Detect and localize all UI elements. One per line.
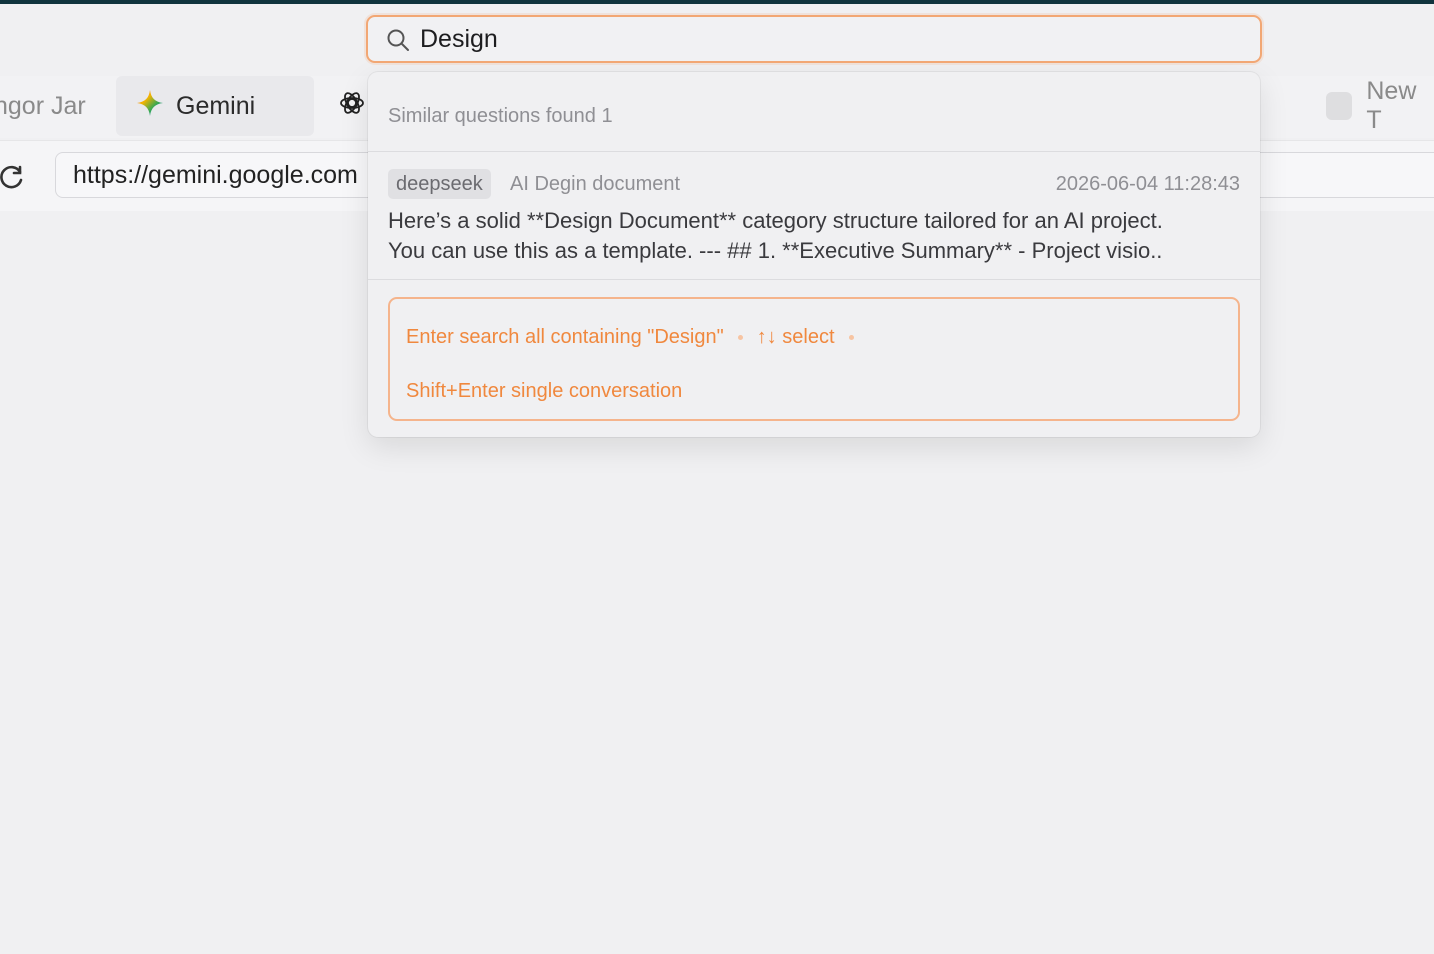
tab-label: Gemini [176,91,256,120]
tab-label: New T [1366,77,1417,134]
window-top-strip [0,0,1434,4]
search-box[interactable] [366,15,1262,63]
result-meta: deepseek AI Degin document 2026-06-04 11… [388,169,1240,199]
divider [368,279,1260,280]
openai-logo-icon [338,89,366,124]
tab-new[interactable]: New T [1326,76,1434,136]
separator-dot [848,335,854,340]
shift-enter-hint: Shift+Enter single conversation [406,380,683,402]
snippet-line: Here’s a solid **Design Document** categ… [388,208,1163,233]
hint-line: Shift+Enter single conversation [406,380,682,403]
result-snippet: Here’s a solid **Design Document** categ… [388,206,1248,266]
search-result-item[interactable]: deepseek AI Degin document 2026-06-04 11… [368,152,1260,280]
select-hint: ↑↓ select [756,326,835,348]
tab-label: ngor Jar [0,91,86,120]
separator-dot [737,335,743,340]
search-icon [386,28,410,52]
search-results-dropdown: Similar questions found 1 deepseek AI De… [368,72,1260,437]
result-timestamp: 2026-06-04 11:28:43 [1055,173,1240,195]
result-title: AI Degin document [510,173,681,195]
hint-line: Enter search all containing "Design" ↑↓ … [406,326,868,349]
reload-icon[interactable] [0,163,26,193]
snippet-line: You can use this as a template. --- ## 1… [388,238,1163,263]
tab-prev[interactable]: ngor Jar [0,76,86,136]
source-tag: deepseek [388,169,491,199]
search-input[interactable] [420,17,1240,61]
tab-openai[interactable] [336,76,368,136]
tab-gemini[interactable]: Gemini [116,76,314,136]
gemini-star-icon [136,89,164,124]
keyboard-hints: Enter search all containing "Design" ↑↓ … [388,297,1240,421]
new-tab-icon [1326,92,1353,120]
enter-hint: Enter search all containing "Design" [406,326,724,348]
results-count-header: Similar questions found 1 [388,105,613,127]
